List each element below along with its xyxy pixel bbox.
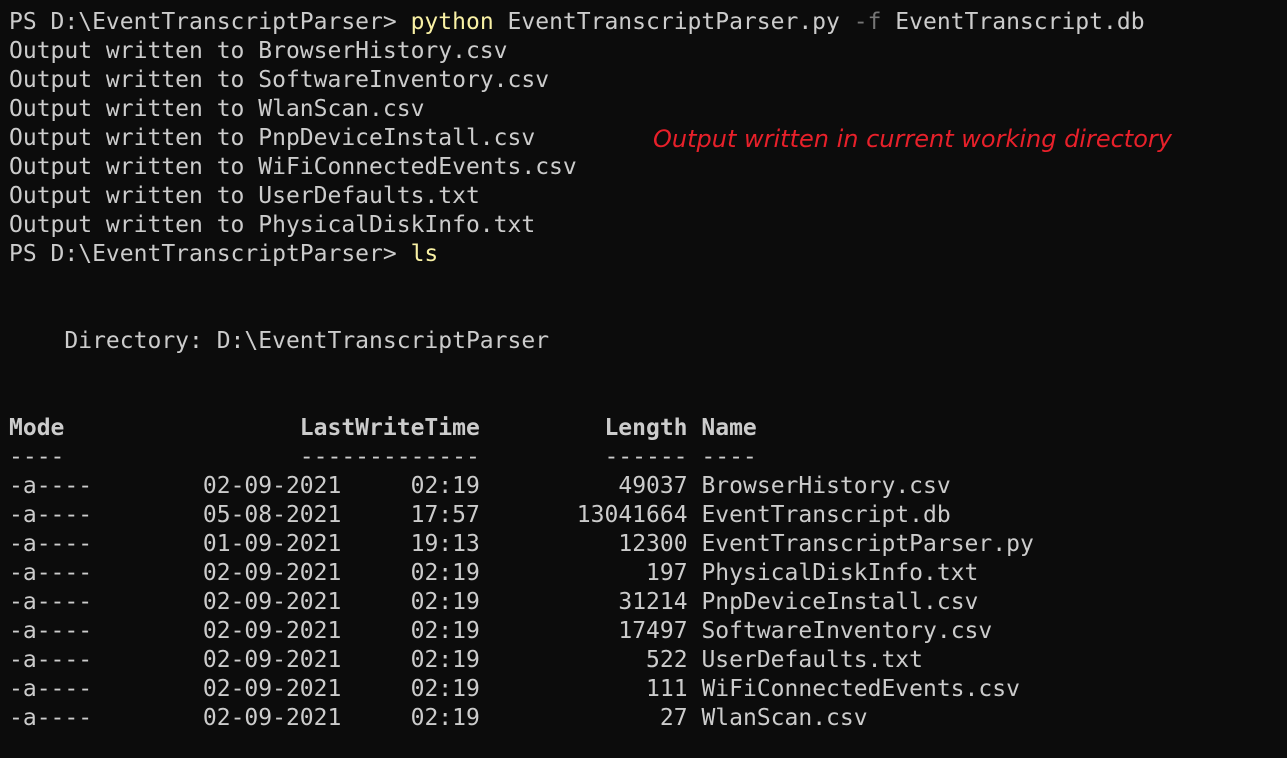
- prompt: PS D:\EventTranscriptParser>: [9, 241, 411, 267]
- table-row[interactable]: -a---- 02-09-2021 02:19 31214 PnpDeviceI…: [9, 588, 1145, 617]
- row-length: 27: [659, 705, 688, 731]
- row-date: 02-09-2021: [202, 676, 342, 702]
- python-command: python: [410, 9, 494, 35]
- row-date: 02-09-2021: [202, 618, 342, 644]
- prompt: PS D:\EventTranscriptParser>: [9, 9, 411, 35]
- row-time: 19:13: [410, 531, 480, 557]
- flag-arg: -f: [853, 9, 882, 35]
- row-length: 197: [646, 560, 688, 586]
- header-name: Name: [701, 415, 757, 441]
- annotation-note: Output written in current working direct…: [653, 125, 1172, 153]
- table-row[interactable]: -a---- 02-09-2021 02:19 49037 BrowserHis…: [9, 472, 1145, 501]
- row-mode: -a----: [9, 618, 93, 644]
- terminal-output[interactable]: PS D:\EventTranscriptParser> python Even…: [9, 8, 1145, 733]
- header-lastwritetime: LastWriteTime: [299, 415, 480, 441]
- row-name: BrowserHistory.csv: [701, 473, 951, 499]
- row-time: 02:19: [410, 618, 480, 644]
- row-length: 17497: [618, 618, 688, 644]
- row-mode: -a----: [9, 705, 93, 731]
- row-time: 02:19: [410, 676, 480, 702]
- header-length: Length: [604, 415, 688, 441]
- row-name: EventTranscript.db: [701, 502, 951, 528]
- row-mode: -a----: [9, 676, 93, 702]
- table-row[interactable]: -a---- 02-09-2021 02:19 27 WlanScan.csv: [9, 704, 1145, 733]
- ls-command: ls: [410, 241, 439, 267]
- row-length: 111: [646, 676, 688, 702]
- output-line: Output written to WiFiConnectedEvents.cs…: [9, 154, 577, 180]
- row-date: 02-09-2021: [202, 705, 342, 731]
- script-arg: EventTranscriptParser.py: [507, 9, 840, 35]
- row-length: 13041664: [576, 502, 688, 528]
- directory-label: Directory: D:\EventTranscriptParser: [9, 328, 550, 354]
- row-name: PhysicalDiskInfo.txt: [701, 560, 979, 586]
- separator-lastwritetime: -------------: [299, 444, 480, 470]
- listing-header-row: Mode LastWriteTime Length Name: [9, 414, 1145, 443]
- table-row[interactable]: -a---- 02-09-2021 02:19 522 UserDefaults…: [9, 646, 1145, 675]
- row-date: 01-09-2021: [202, 531, 342, 557]
- row-time: 02:19: [410, 589, 480, 615]
- separator-length: ------: [604, 444, 688, 470]
- row-date: 05-08-2021: [202, 502, 342, 528]
- row-name: WlanScan.csv: [701, 705, 868, 731]
- output-line: Output written to SoftwareInventory.csv: [9, 67, 550, 93]
- listing-rows: -a---- 02-09-2021 02:19 49037 BrowserHis…: [9, 472, 1145, 733]
- output-line: Output written to PhysicalDiskInfo.txt: [9, 212, 536, 238]
- table-row[interactable]: -a---- 02-09-2021 02:19 17497 SoftwareIn…: [9, 617, 1145, 646]
- row-mode: -a----: [9, 647, 93, 673]
- row-mode: -a----: [9, 473, 93, 499]
- row-mode: -a----: [9, 502, 93, 528]
- command-line-ls: PS D:\EventTranscriptParser> ls: [9, 240, 1145, 269]
- separator-mode: ----: [9, 444, 65, 470]
- command-line-python: PS D:\EventTranscriptParser> python Even…: [9, 8, 1145, 37]
- row-name: WiFiConnectedEvents.csv: [701, 676, 1020, 702]
- row-length: 522: [646, 647, 688, 673]
- table-row[interactable]: -a---- 02-09-2021 02:19 111 WiFiConnecte…: [9, 675, 1145, 704]
- header-mode: Mode: [9, 415, 65, 441]
- row-name: SoftwareInventory.csv: [701, 618, 993, 644]
- row-time: 02:19: [410, 705, 480, 731]
- row-date: 02-09-2021: [202, 647, 342, 673]
- row-time: 02:19: [410, 473, 480, 499]
- output-line: Output written to WlanScan.csv: [9, 96, 425, 122]
- row-date: 02-09-2021: [202, 473, 342, 499]
- table-row[interactable]: -a---- 05-08-2021 17:57 13041664 EventTr…: [9, 501, 1145, 530]
- separator-name: ----: [701, 444, 757, 470]
- row-date: 02-09-2021: [202, 560, 342, 586]
- row-name: PnpDeviceInstall.csv: [701, 589, 979, 615]
- row-date: 02-09-2021: [202, 589, 342, 615]
- row-time: 02:19: [410, 647, 480, 673]
- row-mode: -a----: [9, 531, 93, 557]
- row-length: 31214: [618, 589, 688, 615]
- output-line: Output written to UserDefaults.txt: [9, 183, 480, 209]
- listing-separator-row: ---- ------------- ------ ----: [9, 443, 1145, 472]
- row-time: 17:57: [410, 502, 480, 528]
- row-mode: -a----: [9, 589, 93, 615]
- row-time: 02:19: [410, 560, 480, 586]
- file-arg: EventTranscript.db: [895, 9, 1145, 35]
- output-line: Output written to BrowserHistory.csv: [9, 38, 508, 64]
- row-length: 49037: [618, 473, 688, 499]
- table-row[interactable]: -a---- 02-09-2021 02:19 197 PhysicalDisk…: [9, 559, 1145, 588]
- row-name: EventTranscriptParser.py: [701, 531, 1034, 557]
- table-row[interactable]: -a---- 01-09-2021 19:13 12300 EventTrans…: [9, 530, 1145, 559]
- row-name: UserDefaults.txt: [701, 647, 923, 673]
- row-length: 12300: [618, 531, 688, 557]
- row-mode: -a----: [9, 560, 93, 586]
